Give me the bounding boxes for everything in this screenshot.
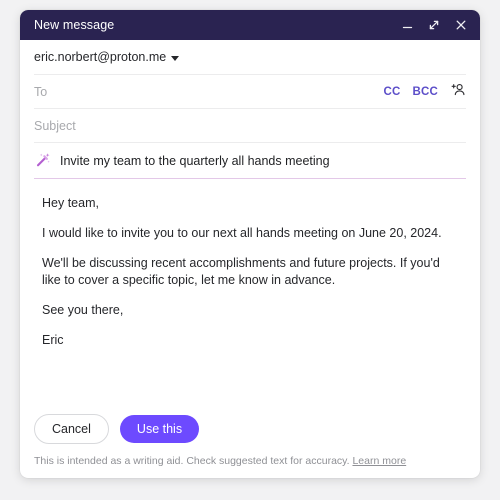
add-contact-button[interactable] [450, 82, 466, 102]
disclaimer: This is intended as a writing aid. Check… [34, 454, 466, 468]
body-paragraph: We'll be discussing recent accomplishmen… [42, 256, 440, 287]
window-title: New message [34, 18, 115, 32]
to-row: To CC BCC [34, 75, 466, 109]
body-paragraph: I would like to invite you to our next a… [42, 226, 442, 240]
chevron-down-icon [171, 55, 180, 61]
cancel-button[interactable]: Cancel [34, 413, 109, 444]
disclaimer-text: This is intended as a writing aid. Check… [34, 455, 350, 467]
sender-row: eric.norbert@proton.me [34, 40, 466, 75]
body-paragraph: Hey team, [42, 196, 99, 210]
to-input[interactable]: To [34, 85, 383, 99]
window-titlebar: New message [20, 10, 480, 40]
add-contact-icon [451, 82, 466, 102]
compose-footer: Cancel Use this This is intended as a wr… [20, 413, 480, 479]
to-row-actions: CC BCC [383, 82, 466, 102]
close-icon [454, 18, 468, 32]
message-body[interactable]: Hey team, I would like to invite you to … [20, 179, 480, 414]
expand-diagonal-icon [427, 18, 441, 32]
footer-buttons: Cancel Use this [34, 413, 466, 455]
learn-more-link[interactable]: Learn more [352, 455, 406, 467]
compose-header-fields: eric.norbert@proton.me To CC BCC Subject [20, 40, 480, 143]
magic-wand-icon [34, 152, 51, 169]
cc-button[interactable]: CC [383, 86, 400, 98]
body-paragraph: See you there, [42, 303, 124, 317]
minimize-button[interactable] [398, 16, 416, 34]
minimize-icon [401, 19, 414, 32]
sender-address: eric.norbert@proton.me [34, 50, 167, 64]
subject-input[interactable]: Subject [34, 119, 466, 133]
ai-prompt-row[interactable]: Invite my team to the quarterly all hand… [34, 143, 466, 179]
window-controls [398, 16, 470, 34]
use-this-button[interactable]: Use this [119, 414, 200, 443]
sender-selector[interactable]: eric.norbert@proton.me [34, 50, 180, 64]
body-paragraph: Eric [42, 333, 64, 347]
ai-prompt-text: Invite my team to the quarterly all hand… [60, 153, 330, 168]
screen: New message eric.norbert@proton.me To CC… [0, 0, 500, 500]
compose-window: New message eric.norbert@proton.me To CC… [20, 10, 480, 478]
bcc-button[interactable]: BCC [412, 86, 438, 98]
subject-row: Subject [34, 109, 466, 143]
close-button[interactable] [452, 16, 470, 34]
maximize-button[interactable] [425, 16, 443, 34]
